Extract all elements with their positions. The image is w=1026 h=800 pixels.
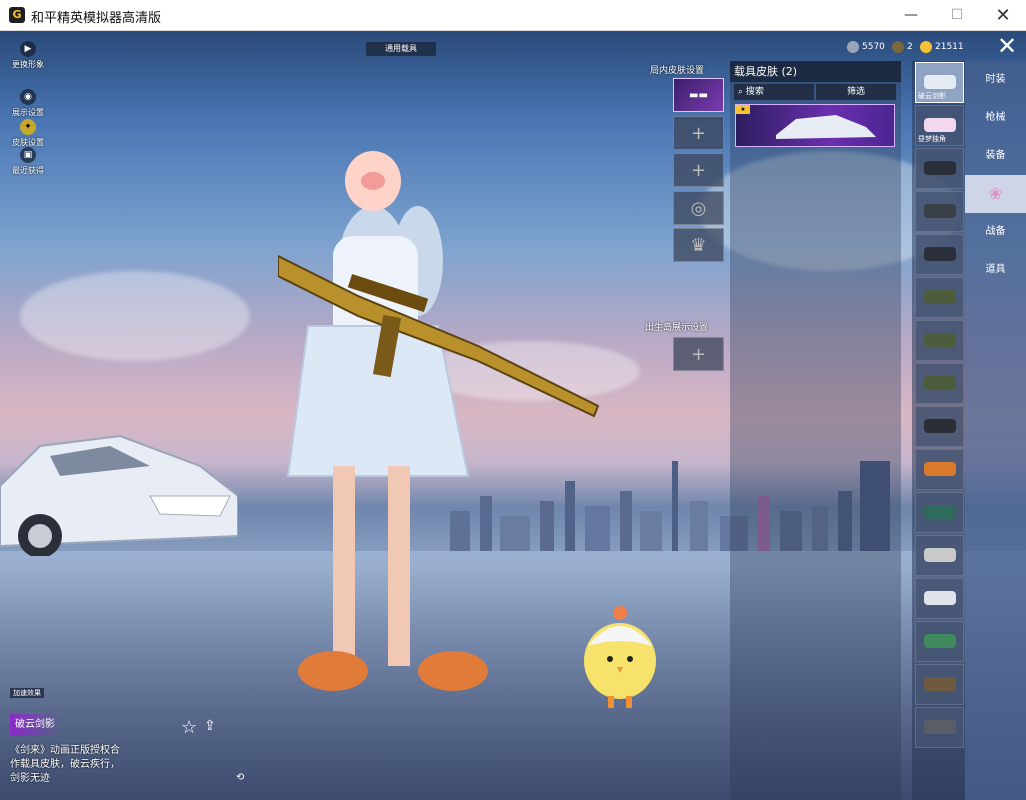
game-viewport: ▶ 更换形象 ◉ 展示设置 ✦ 皮肤设置 ▣ 最近获得 通用载具 5570 2 …	[0, 31, 1026, 800]
speed-effect-tag: 加速效果	[10, 688, 44, 698]
gold-icon	[920, 40, 932, 53]
coupe-icon	[924, 591, 956, 605]
cloud-decoration	[20, 271, 250, 361]
vehicle-skin-panel	[730, 61, 901, 800]
muscle-car-icon	[924, 462, 956, 476]
tab-battle-prep[interactable]: 战备	[965, 213, 1026, 251]
jeep-icon	[924, 333, 956, 347]
in-game-skin-settings-title: 局内皮肤设置	[650, 66, 705, 76]
recent-obtained-button[interactable]: ▣ 最近获得	[8, 147, 48, 176]
player-character	[278, 151, 600, 691]
vehicle-skin-card[interactable]: ★	[735, 104, 895, 147]
search-label: 搜索	[745, 87, 764, 97]
vehicle-item[interactable]	[915, 234, 964, 275]
van-icon	[924, 634, 956, 648]
app-window: G 和平精英模拟器高清版 — ☐ ✕ ▶ 更换形象 ◉ 展示设置 ✦ 皮肤设置 …	[0, 0, 1026, 800]
favorite-star-icon[interactable]: ☆	[181, 717, 197, 738]
skin-icon: ✦	[20, 119, 36, 135]
rotate-icon[interactable]: ⟲	[236, 772, 244, 783]
vehicle-item[interactable]	[915, 363, 964, 404]
sidebar-label: 更换形象	[12, 60, 44, 69]
currency-gold: 21511	[920, 39, 964, 55]
tab-fashion[interactable]: 时装	[965, 61, 1026, 99]
vehicle-name: 破云剑影	[918, 92, 946, 100]
skin-slot-locked[interactable]: ◎	[673, 191, 724, 225]
pet-chick	[584, 606, 656, 708]
skin-name-chip: 破云剑影	[10, 714, 60, 736]
display-settings-button[interactable]: ◉ 展示设置	[8, 89, 48, 118]
filter-label: 筛选	[846, 87, 865, 97]
currency-coin: 5570	[847, 39, 885, 55]
share-icon[interactable]: ⇪	[204, 718, 216, 734]
currency-value: 5570	[862, 42, 885, 52]
monster-truck-icon	[924, 419, 956, 433]
vehicle-item[interactable]	[915, 664, 964, 705]
vehicle-item[interactable]	[915, 320, 964, 361]
car-thumbnail-icon	[776, 115, 876, 139]
tab-equipment[interactable]: 装备	[965, 137, 1026, 175]
skin-settings-button[interactable]: ✦ 皮肤设置	[8, 119, 48, 148]
vehicle-item[interactable]	[915, 535, 964, 576]
sports-car-icon	[924, 75, 956, 89]
vehicle-item[interactable]	[915, 277, 964, 318]
change-appearance-button[interactable]: ▶ 更换形象	[8, 41, 48, 70]
motorcycle-icon	[924, 247, 956, 261]
window-title: 和平精英模拟器高清版	[31, 11, 162, 26]
vehicle-item[interactable]: 昼梦独角	[915, 105, 964, 146]
eye-icon: ◉	[20, 89, 36, 105]
search-button[interactable]: ⌕ 搜索	[734, 84, 814, 100]
minimize-button[interactable]: —	[888, 0, 934, 31]
pickup-icon	[924, 720, 956, 734]
close-window-button[interactable]: ✕	[980, 0, 1026, 31]
spawn-display-settings-title: 出生岛展示设置	[645, 323, 709, 333]
vehicle-item[interactable]	[915, 406, 964, 447]
vehicle-name: 昼梦独角	[918, 135, 946, 143]
skin-slot-crown[interactable]: ♛	[673, 228, 724, 262]
rarity-badge-icon: ★	[736, 105, 750, 114]
vehicle-item[interactable]	[915, 148, 964, 189]
jeep-icon	[924, 290, 956, 304]
coin-icon	[847, 40, 859, 53]
tab-weapons[interactable]: 枪械	[965, 99, 1026, 137]
vehicle-item[interactable]	[915, 492, 964, 533]
vehicle-item[interactable]	[915, 191, 964, 232]
app-logo-icon: G	[9, 7, 25, 23]
vehicle-item[interactable]	[915, 449, 964, 490]
motorcycle-icon	[924, 161, 956, 175]
sidebar-label: 最近获得	[12, 166, 44, 175]
vehicle-item[interactable]	[915, 578, 964, 619]
skin-slot-empty[interactable]: +	[673, 116, 724, 150]
vehicle-item[interactable]	[915, 707, 964, 748]
atv-icon	[924, 204, 956, 218]
skin-slot-active[interactable]: ▬▬	[673, 78, 724, 112]
pickup-icon	[924, 677, 956, 691]
play-icon: ▶	[20, 41, 36, 57]
sedan-icon	[924, 505, 956, 519]
vehicle-item[interactable]: 破云剑影	[915, 62, 964, 103]
currency-value: 21511	[935, 42, 964, 52]
skin-slot-empty[interactable]: +	[673, 153, 724, 187]
jeep-icon	[924, 376, 956, 390]
vehicle-item[interactable]	[915, 621, 964, 662]
vehicle-model	[0, 434, 238, 556]
badge-icon	[892, 40, 904, 53]
maximize-button[interactable]: ☐	[934, 0, 980, 31]
currency-badge: 2	[892, 39, 913, 55]
gift-icon: ▣	[20, 147, 36, 163]
close-icon[interactable]: ✕	[988, 31, 1026, 61]
filter-button[interactable]: 筛选	[816, 84, 896, 100]
unicorn-icon	[924, 118, 956, 132]
generic-vehicle-tag: 通用载具	[366, 42, 436, 56]
skin-description: 《剑来》动画正版授权合作载具皮肤，破云疾行，剑影无迹	[10, 745, 120, 784]
spawn-slot-empty[interactable]: +	[673, 337, 724, 371]
tab-vehicles[interactable]: ❀	[965, 175, 1026, 213]
vehicle-skin-header: 载具皮肤 (2)	[730, 61, 901, 82]
sedan-icon	[924, 548, 956, 562]
currency-value: 2	[907, 42, 913, 52]
title-bar: G 和平精英模拟器高清版 — ☐ ✕	[0, 0, 1026, 31]
vehicle-tab-icon: ❀	[988, 184, 1003, 203]
sidebar-label: 展示设置	[12, 108, 44, 117]
tab-items[interactable]: 道具	[965, 251, 1026, 289]
